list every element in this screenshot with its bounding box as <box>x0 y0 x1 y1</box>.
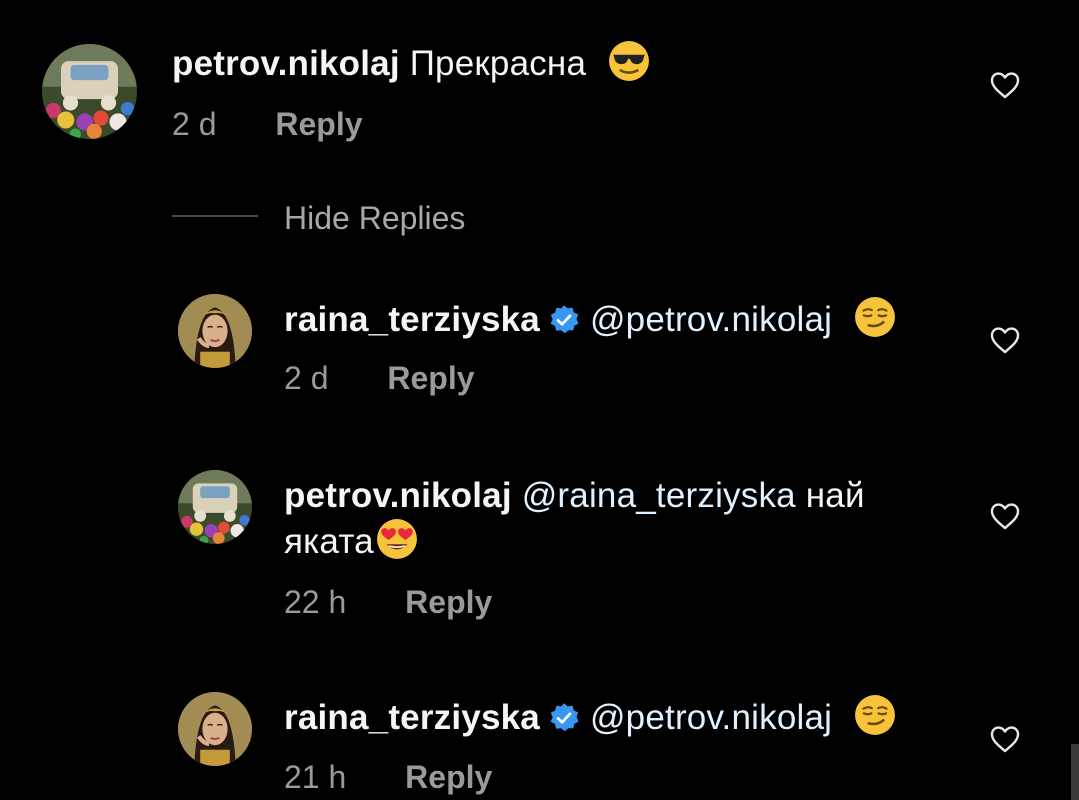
reply-button[interactable]: Reply <box>387 360 474 396</box>
like-heart-icon[interactable] <box>988 722 1022 756</box>
avatar-image <box>42 44 137 139</box>
reply-button[interactable]: Reply <box>405 584 492 620</box>
like-heart-icon[interactable] <box>988 499 1022 533</box>
hide-replies-button[interactable]: Hide Replies <box>284 198 465 238</box>
mention-link[interactable]: @petrov.nikolaj <box>590 698 832 737</box>
avatar[interactable] <box>178 692 252 766</box>
reply-button[interactable]: Reply <box>275 106 362 142</box>
avatar[interactable] <box>178 470 252 544</box>
replies-divider <box>172 215 258 217</box>
reply-username[interactable]: raina_terziyska <box>284 300 540 339</box>
mention-link[interactable]: @raina_terziyska <box>522 476 796 515</box>
verified-badge-icon <box>548 702 580 734</box>
comment-timestamp: 2 d <box>172 106 217 142</box>
verified-badge-icon <box>548 304 580 336</box>
avatar[interactable] <box>42 44 137 139</box>
reply-text: най <box>805 476 865 515</box>
smiling-face-with-sunglasses-icon <box>608 40 650 82</box>
smirking-face-icon <box>854 694 896 736</box>
smiling-face-with-heart-eyes-icon <box>376 518 418 560</box>
like-heart-icon[interactable] <box>988 323 1022 357</box>
reply-timestamp: 21 h <box>284 759 347 795</box>
avatar-image <box>178 294 252 368</box>
comment-text: Прекрасна <box>409 44 587 83</box>
like-heart-icon[interactable] <box>988 68 1022 102</box>
avatar[interactable] <box>178 294 252 368</box>
reply-username[interactable]: petrov.nikolaj <box>284 476 512 515</box>
avatar-image <box>178 692 252 766</box>
reply-username[interactable]: raina_terziyska <box>284 698 540 737</box>
avatar-image <box>178 470 252 544</box>
reply-text-continued: яката <box>284 522 374 561</box>
reply-timestamp: 2 d <box>284 360 329 396</box>
reply-timestamp: 22 h <box>284 584 347 620</box>
smirking-face-icon <box>854 296 896 338</box>
reply-button[interactable]: Reply <box>405 759 492 795</box>
scrollbar[interactable] <box>1071 744 1079 800</box>
comment-username[interactable]: petrov.nikolaj <box>172 44 400 83</box>
mention-link[interactable]: @petrov.nikolaj <box>590 300 832 339</box>
